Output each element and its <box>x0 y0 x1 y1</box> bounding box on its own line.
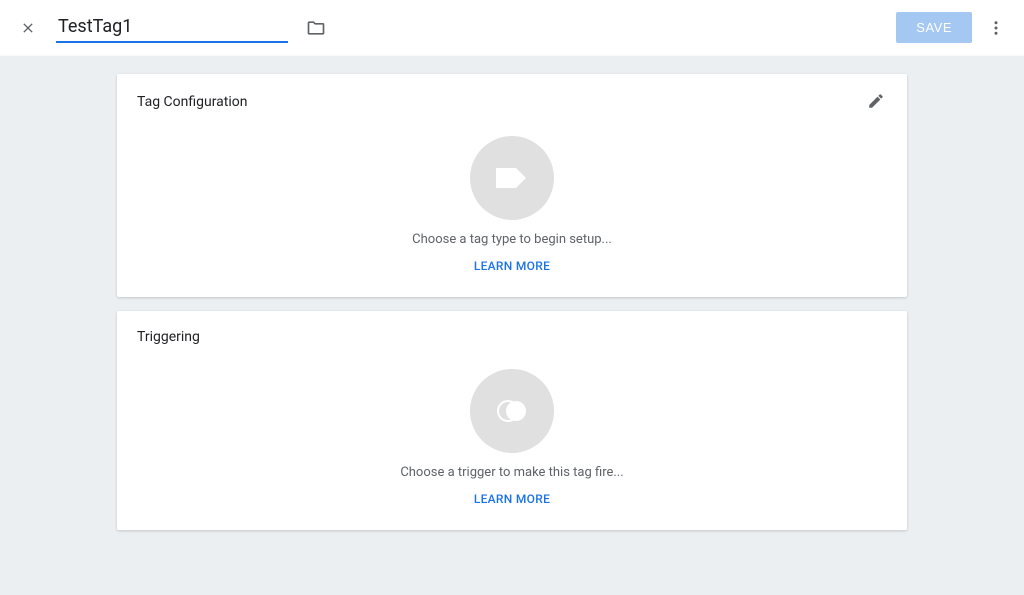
triggering-card: Triggering Choose a trigger to make this… <box>117 311 907 530</box>
tag-type-placeholder-circle <box>470 136 554 220</box>
tag-config-empty-text: Choose a tag type to begin setup... <box>412 232 612 247</box>
tag-config-empty-state[interactable]: Choose a tag type to begin setup... LEAR… <box>137 136 887 273</box>
card-header: Tag Configuration <box>137 92 887 112</box>
topbar: SAVE <box>0 0 1024 56</box>
card-header: Triggering <box>137 329 887 345</box>
content-area: Tag Configuration Choose a tag type to b… <box>0 56 1024 548</box>
folder-button[interactable] <box>304 16 328 40</box>
trigger-placeholder-circle <box>470 369 554 453</box>
tag-configuration-card: Tag Configuration Choose a tag type to b… <box>117 74 907 297</box>
close-button[interactable] <box>16 16 40 40</box>
trigger-icon <box>495 394 529 428</box>
triggering-learn-more-link[interactable]: LEARN MORE <box>474 492 550 506</box>
close-icon <box>20 20 36 36</box>
card-title: Triggering <box>137 329 200 345</box>
save-button[interactable]: SAVE <box>896 12 972 43</box>
folder-icon <box>306 18 326 38</box>
pencil-icon <box>867 92 885 110</box>
edit-tag-config-button[interactable] <box>867 92 887 112</box>
title-area <box>56 12 896 43</box>
tag-icon <box>494 164 530 192</box>
tag-name-input[interactable] <box>56 12 288 43</box>
triggering-empty-state[interactable]: Choose a trigger to make this tag fire..… <box>137 369 887 506</box>
more-menu-button[interactable] <box>984 16 1008 40</box>
more-vert-icon <box>987 19 1005 37</box>
triggering-empty-text: Choose a trigger to make this tag fire..… <box>400 465 623 480</box>
card-title: Tag Configuration <box>137 94 247 110</box>
tag-config-learn-more-link[interactable]: LEARN MORE <box>474 259 550 273</box>
